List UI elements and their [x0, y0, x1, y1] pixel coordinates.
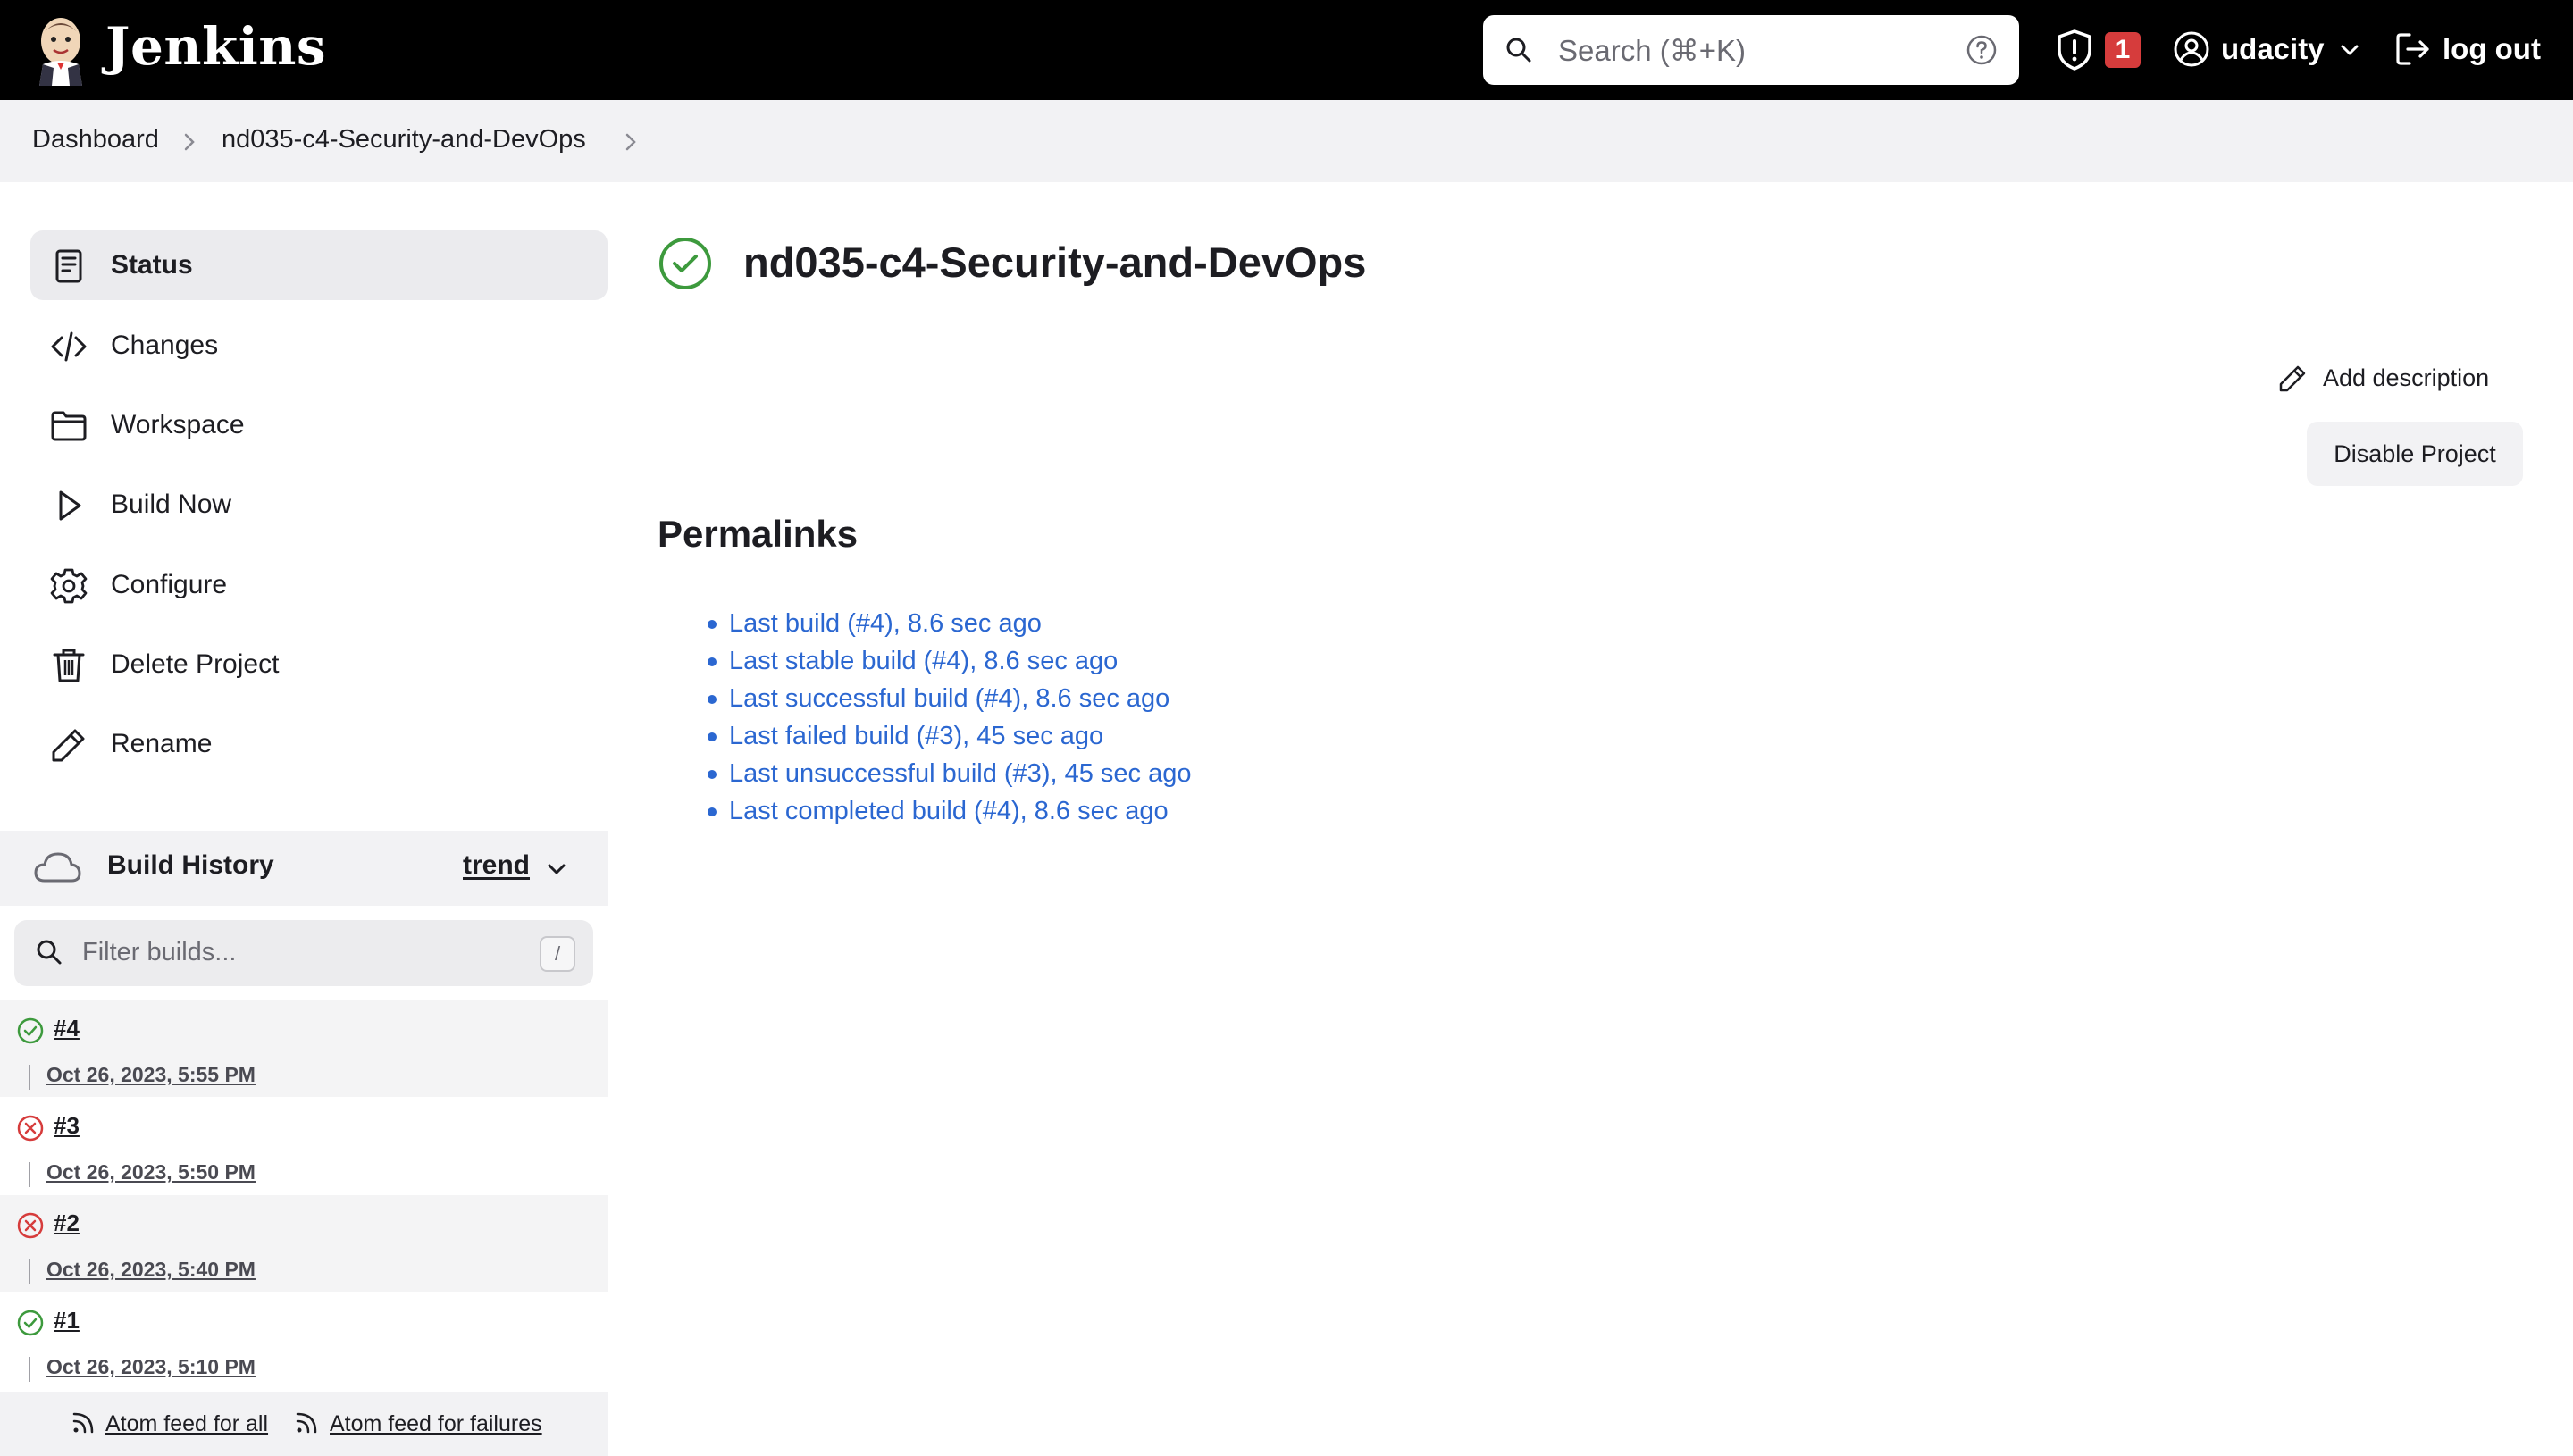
sidebar-item-label: Build Now: [111, 490, 232, 519]
build-number-link[interactable]: #1: [54, 1307, 80, 1335]
permalink-last-failed-build[interactable]: Last failed build (#3), 45 sec ago: [729, 722, 1103, 751]
gear-icon: [50, 568, 88, 604]
failure-icon: [17, 1115, 44, 1142]
build-divider: [29, 1357, 30, 1382]
atom-feeds-bar: Atom feed for all Atom feed for failures: [0, 1392, 608, 1456]
build-date-link[interactable]: Oct 26, 2023, 5:10 PM: [46, 1355, 256, 1379]
search-placeholder[interactable]: Search (⌘+K): [1558, 33, 1746, 68]
sidebar-item-label: Status: [111, 250, 193, 280]
sidebar-item-label: Changes: [111, 331, 219, 360]
folder-icon: [51, 411, 87, 441]
bullet: [708, 732, 717, 741]
sidebar-item-rename[interactable]: Rename: [30, 709, 608, 779]
permalink-last-unsuccessful-build[interactable]: Last unsuccessful build (#3), 45 sec ago: [729, 759, 1191, 789]
sidebar-item-label: Workspace: [111, 410, 245, 439]
permalink-last-build[interactable]: Last build (#4), 8.6 sec ago: [729, 609, 1042, 639]
success-icon: [17, 1310, 44, 1336]
permalinks-heading: Permalinks: [658, 513, 859, 555]
permalink-last-successful-build[interactable]: Last successful build (#4), 8.6 sec ago: [729, 684, 1169, 714]
security-badge[interactable]: 1: [2105, 32, 2141, 68]
build-number-link[interactable]: #4: [54, 1015, 80, 1042]
breadcrumb-project[interactable]: nd035-c4-Security-and-DevOps: [222, 125, 586, 155]
build-number-link[interactable]: #3: [54, 1112, 80, 1140]
success-icon: [659, 238, 711, 289]
search-icon: [1506, 38, 1531, 63]
disable-project-button[interactable]: Disable Project: [2307, 422, 2523, 486]
search-box[interactable]: Search (⌘+K): [1483, 15, 2019, 85]
sidebar-item-status[interactable]: Status: [30, 230, 608, 300]
failure-icon: [17, 1212, 44, 1239]
sidebar-item-configure[interactable]: Configure: [30, 550, 608, 620]
sidebar-item-workspace[interactable]: Workspace: [30, 390, 608, 460]
bullet: [708, 695, 717, 704]
chevron-down-icon[interactable]: [545, 859, 568, 879]
bullet: [708, 657, 717, 666]
permalink-last-stable-build[interactable]: Last stable build (#4), 8.6 sec ago: [729, 647, 1118, 676]
rss-icon: [72, 1412, 94, 1434]
build-row[interactable]: #3 Oct 26, 2023, 5:50 PM: [0, 1098, 608, 1194]
code-icon: [51, 331, 87, 362]
cloud-icon: [34, 852, 81, 883]
build-number-link[interactable]: #2: [54, 1209, 80, 1237]
top-header: Jenkins Search (⌘+K) 1 udacity log out: [0, 0, 2573, 100]
trash-icon: [53, 649, 85, 682]
search-icon: [37, 940, 62, 965]
chevron-right-icon: [184, 133, 195, 151]
sidebar-item-label: Rename: [111, 729, 213, 758]
build-divider: [29, 1065, 30, 1090]
sidebar-item-label: Delete Project: [111, 649, 280, 679]
bullet: [708, 770, 717, 779]
build-date-link[interactable]: Oct 26, 2023, 5:55 PM: [46, 1063, 256, 1087]
pencil-icon[interactable]: [2278, 364, 2307, 393]
chevron-right-icon[interactable]: [624, 132, 638, 152]
breadcrumb-dashboard[interactable]: Dashboard: [32, 125, 159, 155]
build-row[interactable]: #1 Oct 26, 2023, 5:10 PM: [0, 1293, 608, 1389]
user-menu[interactable]: udacity: [2221, 32, 2325, 66]
trend-link[interactable]: trend: [463, 850, 530, 881]
sidebar-item-changes[interactable]: Changes: [30, 311, 608, 381]
logout-link[interactable]: log out: [2443, 32, 2541, 66]
success-icon: [17, 1017, 44, 1044]
build-date-link[interactable]: Oct 26, 2023, 5:50 PM: [46, 1160, 256, 1184]
bullet: [708, 807, 717, 816]
bullet: [708, 620, 717, 629]
build-history-header: Build History trend: [0, 831, 608, 906]
logout-icon[interactable]: [2394, 30, 2432, 68]
chevron-down-icon[interactable]: [2339, 41, 2360, 59]
add-description-link[interactable]: Add description: [2323, 364, 2489, 392]
permalink-last-completed-build[interactable]: Last completed build (#4), 8.6 sec ago: [729, 797, 1169, 826]
brand-title[interactable]: Jenkins: [105, 16, 326, 77]
security-shield-icon[interactable]: [2055, 29, 2094, 71]
keyboard-shortcut-hint: /: [540, 936, 575, 972]
filter-placeholder[interactable]: Filter builds...: [82, 938, 236, 967]
pencil-icon: [52, 729, 85, 762]
sidebar-item-build-now[interactable]: Build Now: [30, 470, 608, 540]
help-icon[interactable]: [1965, 34, 1998, 66]
sidebar-item-label: Configure: [111, 570, 228, 599]
build-row[interactable]: #2 Oct 26, 2023, 5:40 PM: [0, 1195, 608, 1292]
build-history-title: Build History: [107, 850, 274, 880]
filter-builds-input[interactable]: Filter builds... /: [14, 920, 593, 986]
play-icon: [59, 490, 81, 521]
build-row[interactable]: #4 Oct 26, 2023, 5:55 PM: [0, 1000, 608, 1097]
rss-icon: [296, 1412, 317, 1434]
atom-feed-all-link[interactable]: Atom feed for all: [105, 1411, 268, 1437]
jenkins-logo-icon[interactable]: [34, 14, 88, 86]
page-title: nd035-c4-Security-and-DevOps: [743, 238, 1367, 286]
build-divider: [29, 1259, 30, 1284]
status-icon: [55, 249, 82, 283]
breadcrumb: Dashboard nd035-c4-Security-and-DevOps: [0, 100, 2573, 182]
sidebar-item-delete-project[interactable]: Delete Project: [30, 630, 608, 699]
atom-feed-failures-link[interactable]: Atom feed for failures: [330, 1411, 542, 1437]
user-avatar-icon[interactable]: [2173, 30, 2210, 68]
build-divider: [29, 1162, 30, 1187]
build-date-link[interactable]: Oct 26, 2023, 5:40 PM: [46, 1258, 256, 1282]
